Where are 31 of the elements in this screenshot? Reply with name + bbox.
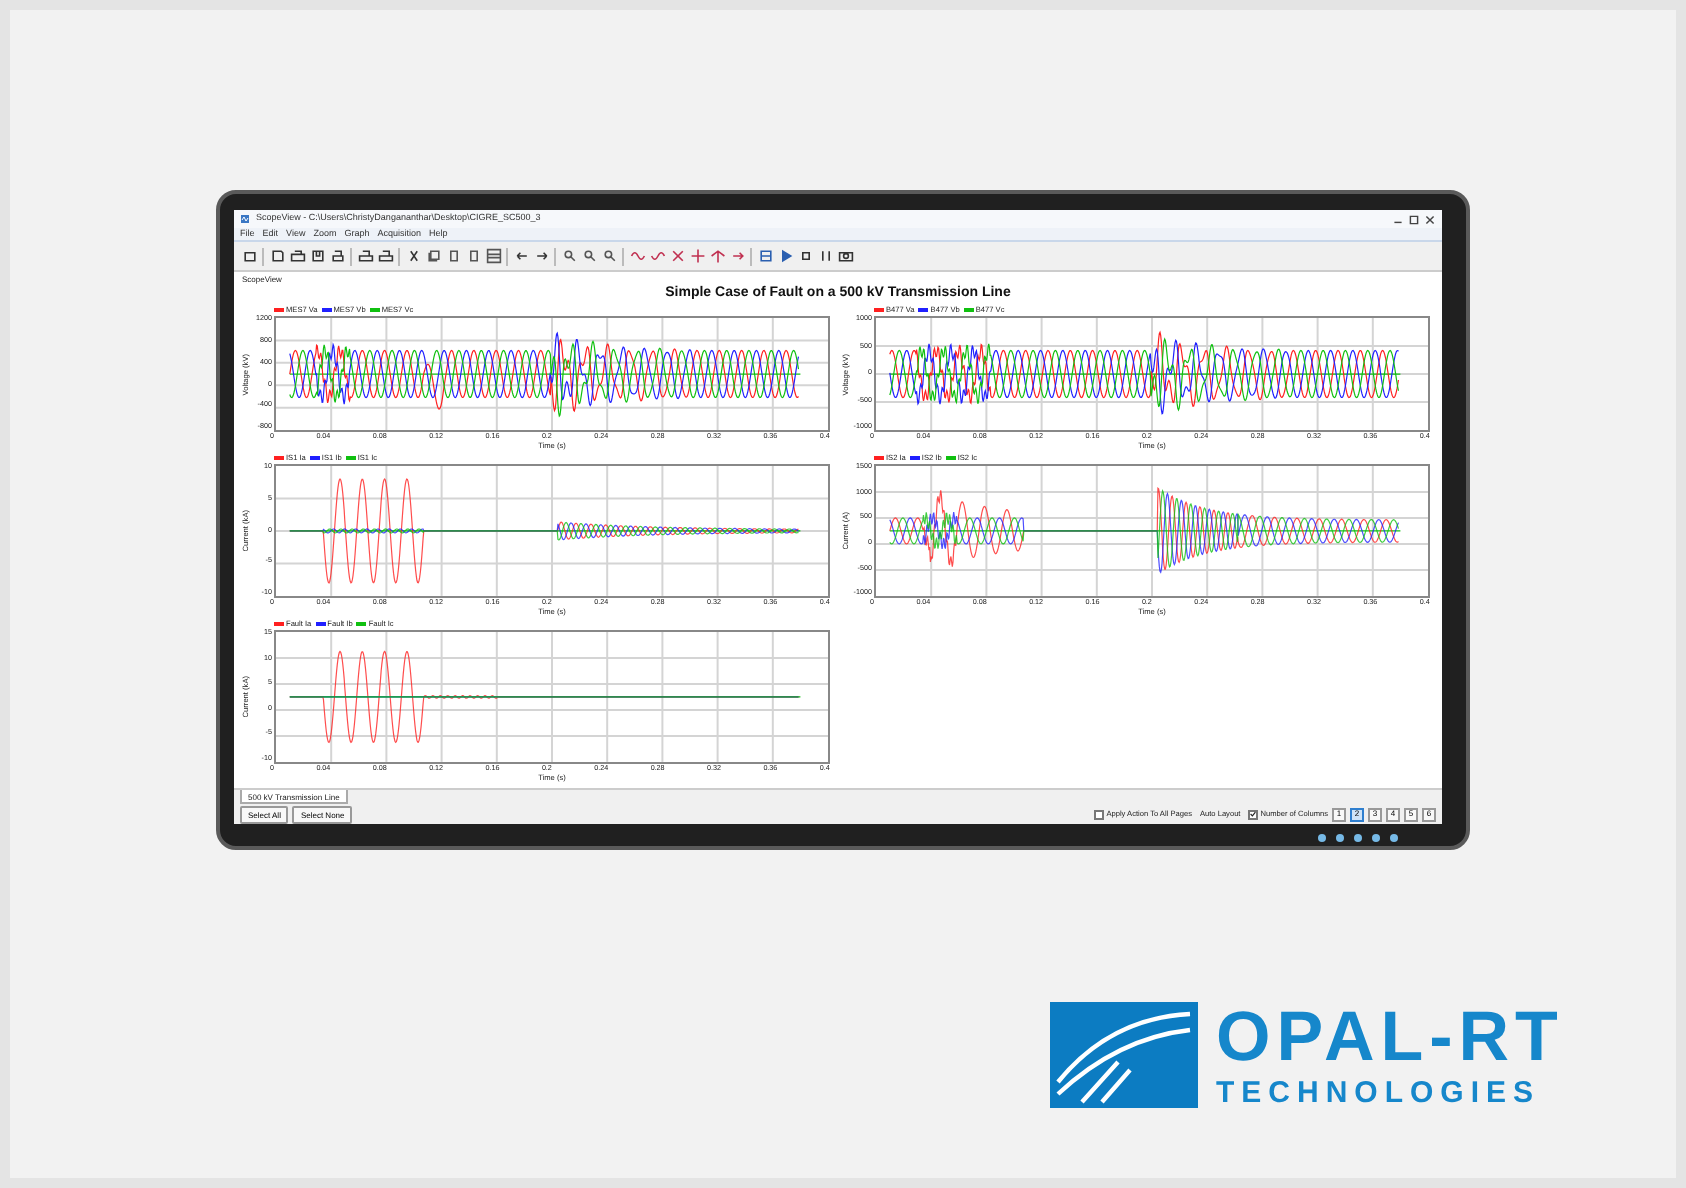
logo-tagline: TECHNOLOGIES [1216,1078,1543,1108]
toolbar-icon[interactable] [289,248,305,264]
indicator-light [1372,834,1380,842]
toolbar-icon[interactable] [757,248,773,264]
indicator-light [1354,834,1362,842]
toolbar-icon[interactable] [513,248,529,264]
toolbar-icon[interactable] [601,248,617,264]
toolbar-icon[interactable] [533,248,549,264]
logo-wordmark: OPAL-RT [1216,1002,1564,1072]
toolbar-icon[interactable] [357,248,373,264]
logo-icon [1050,1002,1198,1108]
toolbar-icon[interactable] [405,248,421,264]
indicator-light [1336,834,1344,842]
toolbar-icon[interactable] [581,248,597,264]
toolbar-icon[interactable] [837,248,853,264]
checkbox[interactable] [1248,809,1259,819]
toolbar-icon[interactable] [561,248,577,264]
toolbar-icon[interactable] [669,248,685,264]
toolbar-icon[interactable] [377,248,393,264]
close-icon[interactable] [1424,213,1436,225]
toolbar-icon[interactable] [329,248,345,264]
maximize-icon[interactable] [1408,213,1420,225]
toolbar-icon[interactable] [309,248,325,264]
toolbar-icon[interactable] [709,248,725,264]
toolbar-icon[interactable] [817,248,833,264]
indicator-light [1390,834,1398,842]
indicator-light [1318,834,1326,842]
checkbox[interactable] [1094,809,1105,819]
toolbar-icon[interactable] [729,248,745,264]
toolbar-icon[interactable] [485,248,501,264]
toolbar-icon[interactable] [425,248,441,264]
